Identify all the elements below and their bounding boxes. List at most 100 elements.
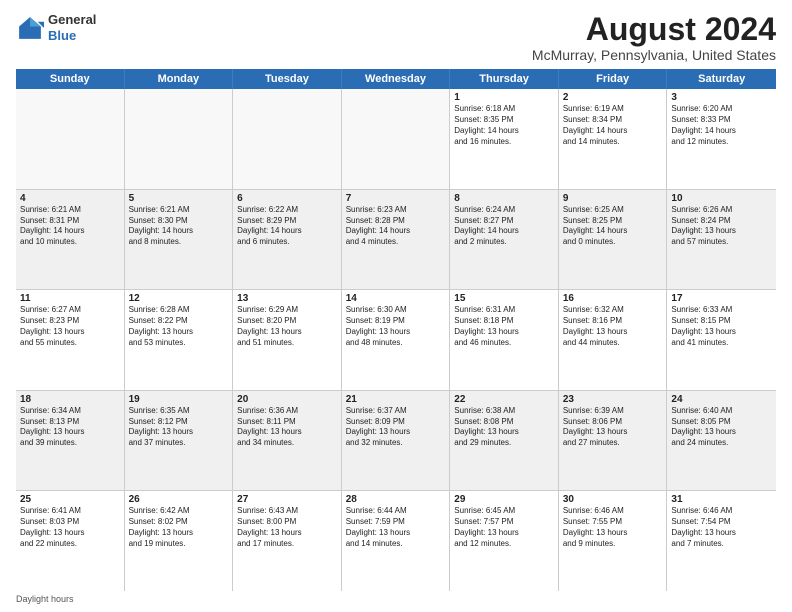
weekday-header-saturday: Saturday xyxy=(667,69,776,89)
day-info: Sunrise: 6:18 AM Sunset: 8:35 PM Dayligh… xyxy=(454,104,554,147)
calendar-cell-day-28: 28Sunrise: 6:44 AM Sunset: 7:59 PM Dayli… xyxy=(342,491,451,591)
day-number: 3 xyxy=(671,92,772,103)
calendar-cell-day-7: 7Sunrise: 6:23 AM Sunset: 8:28 PM Daylig… xyxy=(342,190,451,290)
calendar-cell-day-14: 14Sunrise: 6:30 AM Sunset: 8:19 PM Dayli… xyxy=(342,290,451,390)
day-info: Sunrise: 6:46 AM Sunset: 7:55 PM Dayligh… xyxy=(563,506,663,549)
day-info: Sunrise: 6:20 AM Sunset: 8:33 PM Dayligh… xyxy=(671,104,772,147)
calendar-row-3: 11Sunrise: 6:27 AM Sunset: 8:23 PM Dayli… xyxy=(16,290,776,391)
calendar-cell-day-11: 11Sunrise: 6:27 AM Sunset: 8:23 PM Dayli… xyxy=(16,290,125,390)
logo-icon xyxy=(16,14,44,42)
weekday-header-friday: Friday xyxy=(559,69,668,89)
day-number: 7 xyxy=(346,193,446,204)
calendar-cell-day-20: 20Sunrise: 6:36 AM Sunset: 8:11 PM Dayli… xyxy=(233,391,342,491)
day-number: 13 xyxy=(237,293,337,304)
calendar: SundayMondayTuesdayWednesdayThursdayFrid… xyxy=(16,69,776,591)
calendar-cell-empty xyxy=(125,89,234,189)
day-info: Sunrise: 6:23 AM Sunset: 8:28 PM Dayligh… xyxy=(346,205,446,248)
calendar-cell-day-25: 25Sunrise: 6:41 AM Sunset: 8:03 PM Dayli… xyxy=(16,491,125,591)
day-info: Sunrise: 6:21 AM Sunset: 8:31 PM Dayligh… xyxy=(20,205,120,248)
day-info: Sunrise: 6:32 AM Sunset: 8:16 PM Dayligh… xyxy=(563,305,663,348)
calendar-cell-empty xyxy=(233,89,342,189)
calendar-cell-day-22: 22Sunrise: 6:38 AM Sunset: 8:08 PM Dayli… xyxy=(450,391,559,491)
logo-blue: Blue xyxy=(48,28,96,44)
day-number: 31 xyxy=(671,494,772,505)
calendar-cell-day-10: 10Sunrise: 6:26 AM Sunset: 8:24 PM Dayli… xyxy=(667,190,776,290)
weekday-header-tuesday: Tuesday xyxy=(233,69,342,89)
calendar-cell-day-5: 5Sunrise: 6:21 AM Sunset: 8:30 PM Daylig… xyxy=(125,190,234,290)
calendar-body: 1Sunrise: 6:18 AM Sunset: 8:35 PM Daylig… xyxy=(16,89,776,591)
day-info: Sunrise: 6:21 AM Sunset: 8:30 PM Dayligh… xyxy=(129,205,229,248)
day-number: 16 xyxy=(563,293,663,304)
day-number: 5 xyxy=(129,193,229,204)
page: General Blue August 2024 McMurray, Penns… xyxy=(0,0,792,612)
day-number: 18 xyxy=(20,394,120,405)
calendar-cell-day-13: 13Sunrise: 6:29 AM Sunset: 8:20 PM Dayli… xyxy=(233,290,342,390)
calendar-cell-day-16: 16Sunrise: 6:32 AM Sunset: 8:16 PM Dayli… xyxy=(559,290,668,390)
day-info: Sunrise: 6:44 AM Sunset: 7:59 PM Dayligh… xyxy=(346,506,446,549)
logo-text: General Blue xyxy=(48,12,96,43)
calendar-header: SundayMondayTuesdayWednesdayThursdayFrid… xyxy=(16,69,776,89)
calendar-cell-day-24: 24Sunrise: 6:40 AM Sunset: 8:05 PM Dayli… xyxy=(667,391,776,491)
calendar-cell-day-23: 23Sunrise: 6:39 AM Sunset: 8:06 PM Dayli… xyxy=(559,391,668,491)
calendar-cell-day-31: 31Sunrise: 6:46 AM Sunset: 7:54 PM Dayli… xyxy=(667,491,776,591)
day-info: Sunrise: 6:30 AM Sunset: 8:19 PM Dayligh… xyxy=(346,305,446,348)
main-title: August 2024 xyxy=(532,12,776,47)
calendar-cell-empty xyxy=(16,89,125,189)
calendar-cell-day-2: 2Sunrise: 6:19 AM Sunset: 8:34 PM Daylig… xyxy=(559,89,668,189)
calendar-row-2: 4Sunrise: 6:21 AM Sunset: 8:31 PM Daylig… xyxy=(16,190,776,291)
calendar-cell-day-19: 19Sunrise: 6:35 AM Sunset: 8:12 PM Dayli… xyxy=(125,391,234,491)
day-info: Sunrise: 6:42 AM Sunset: 8:02 PM Dayligh… xyxy=(129,506,229,549)
weekday-header-monday: Monday xyxy=(125,69,234,89)
day-number: 1 xyxy=(454,92,554,103)
day-number: 20 xyxy=(237,394,337,405)
day-number: 24 xyxy=(671,394,772,405)
day-number: 27 xyxy=(237,494,337,505)
day-info: Sunrise: 6:19 AM Sunset: 8:34 PM Dayligh… xyxy=(563,104,663,147)
day-number: 30 xyxy=(563,494,663,505)
day-number: 6 xyxy=(237,193,337,204)
calendar-cell-day-17: 17Sunrise: 6:33 AM Sunset: 8:15 PM Dayli… xyxy=(667,290,776,390)
calendar-cell-day-9: 9Sunrise: 6:25 AM Sunset: 8:25 PM Daylig… xyxy=(559,190,668,290)
day-number: 12 xyxy=(129,293,229,304)
day-number: 29 xyxy=(454,494,554,505)
calendar-cell-day-12: 12Sunrise: 6:28 AM Sunset: 8:22 PM Dayli… xyxy=(125,290,234,390)
subtitle: McMurray, Pennsylvania, United States xyxy=(532,47,776,63)
day-info: Sunrise: 6:28 AM Sunset: 8:22 PM Dayligh… xyxy=(129,305,229,348)
day-number: 17 xyxy=(671,293,772,304)
calendar-cell-day-6: 6Sunrise: 6:22 AM Sunset: 8:29 PM Daylig… xyxy=(233,190,342,290)
calendar-cell-day-30: 30Sunrise: 6:46 AM Sunset: 7:55 PM Dayli… xyxy=(559,491,668,591)
day-number: 21 xyxy=(346,394,446,405)
day-info: Sunrise: 6:22 AM Sunset: 8:29 PM Dayligh… xyxy=(237,205,337,248)
calendar-cell-day-8: 8Sunrise: 6:24 AM Sunset: 8:27 PM Daylig… xyxy=(450,190,559,290)
day-info: Sunrise: 6:33 AM Sunset: 8:15 PM Dayligh… xyxy=(671,305,772,348)
day-number: 25 xyxy=(20,494,120,505)
day-number: 23 xyxy=(563,394,663,405)
calendar-cell-day-21: 21Sunrise: 6:37 AM Sunset: 8:09 PM Dayli… xyxy=(342,391,451,491)
day-number: 14 xyxy=(346,293,446,304)
day-number: 2 xyxy=(563,92,663,103)
day-number: 11 xyxy=(20,293,120,304)
day-number: 10 xyxy=(671,193,772,204)
day-info: Sunrise: 6:43 AM Sunset: 8:00 PM Dayligh… xyxy=(237,506,337,549)
calendar-row-1: 1Sunrise: 6:18 AM Sunset: 8:35 PM Daylig… xyxy=(16,89,776,190)
calendar-cell-day-27: 27Sunrise: 6:43 AM Sunset: 8:00 PM Dayli… xyxy=(233,491,342,591)
calendar-cell-day-4: 4Sunrise: 6:21 AM Sunset: 8:31 PM Daylig… xyxy=(16,190,125,290)
calendar-cell-day-3: 3Sunrise: 6:20 AM Sunset: 8:33 PM Daylig… xyxy=(667,89,776,189)
calendar-cell-day-18: 18Sunrise: 6:34 AM Sunset: 8:13 PM Dayli… xyxy=(16,391,125,491)
weekday-header-thursday: Thursday xyxy=(450,69,559,89)
weekday-header-sunday: Sunday xyxy=(16,69,125,89)
day-info: Sunrise: 6:34 AM Sunset: 8:13 PM Dayligh… xyxy=(20,406,120,449)
day-info: Sunrise: 6:31 AM Sunset: 8:18 PM Dayligh… xyxy=(454,305,554,348)
calendar-cell-day-29: 29Sunrise: 6:45 AM Sunset: 7:57 PM Dayli… xyxy=(450,491,559,591)
day-info: Sunrise: 6:46 AM Sunset: 7:54 PM Dayligh… xyxy=(671,506,772,549)
day-info: Sunrise: 6:39 AM Sunset: 8:06 PM Dayligh… xyxy=(563,406,663,449)
footer-note: Daylight hours xyxy=(16,591,776,604)
title-block: August 2024 McMurray, Pennsylvania, Unit… xyxy=(532,12,776,63)
day-info: Sunrise: 6:38 AM Sunset: 8:08 PM Dayligh… xyxy=(454,406,554,449)
day-info: Sunrise: 6:27 AM Sunset: 8:23 PM Dayligh… xyxy=(20,305,120,348)
calendar-cell-day-26: 26Sunrise: 6:42 AM Sunset: 8:02 PM Dayli… xyxy=(125,491,234,591)
day-info: Sunrise: 6:45 AM Sunset: 7:57 PM Dayligh… xyxy=(454,506,554,549)
day-info: Sunrise: 6:24 AM Sunset: 8:27 PM Dayligh… xyxy=(454,205,554,248)
day-number: 19 xyxy=(129,394,229,405)
day-number: 22 xyxy=(454,394,554,405)
